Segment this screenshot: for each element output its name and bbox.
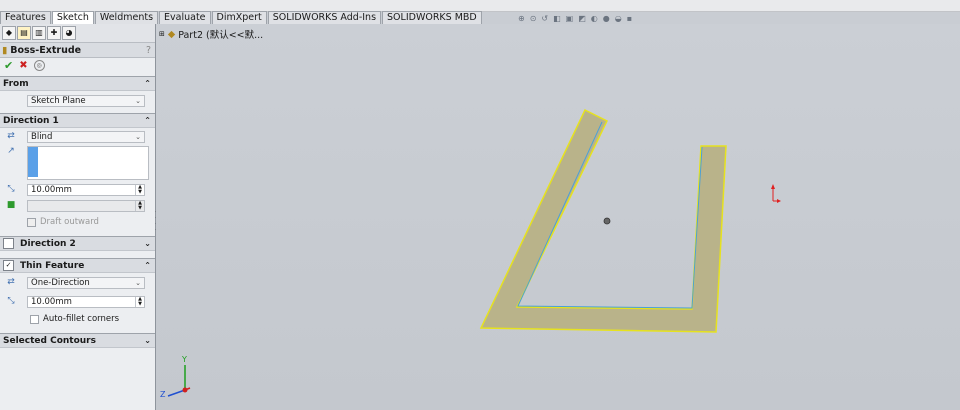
- draft-outward-label: Draft outward: [40, 217, 99, 227]
- expand-chevron-icon[interactable]: ⌄: [144, 336, 151, 345]
- thin-feature-checkbox[interactable]: ✓: [3, 260, 14, 271]
- action-buttons: ✔ ✖ ◎: [0, 58, 155, 72]
- chevron-down-icon: ⌄: [135, 97, 141, 105]
- direction2-checkbox[interactable]: [3, 238, 14, 249]
- feature-manager-tab-icon[interactable]: ◆: [2, 26, 16, 40]
- thickness-value: 10.00mm: [31, 296, 72, 307]
- direction2-group-title: Direction 2: [20, 238, 76, 249]
- chevron-down-icon: ⌄: [135, 133, 141, 141]
- flyout-feature-tree[interactable]: ⊞ ◆ Part2 (默认<<默...: [159, 27, 264, 42]
- direction1-group-title: Direction 1: [3, 115, 59, 126]
- help-icon[interactable]: ?: [146, 45, 151, 56]
- spin-arrows-icon[interactable]: ▲ ▼: [135, 185, 144, 195]
- configuration-manager-tab-icon[interactable]: ▥: [32, 26, 46, 40]
- collapse-chevron-icon[interactable]: ⌃: [144, 79, 151, 88]
- tab-sketch[interactable]: Sketch: [51, 11, 94, 24]
- reverse-thin-direction-icon[interactable]: ⇄: [4, 277, 18, 289]
- edit-appearance-icon[interactable]: ●: [603, 14, 610, 23]
- spin-arrows-icon[interactable]: ▲ ▼: [135, 201, 144, 211]
- cancel-x-icon[interactable]: ✖: [19, 60, 27, 71]
- display-style-icon[interactable]: ◩: [578, 14, 586, 23]
- auto-fillet-checkbox[interactable]: [30, 314, 39, 324]
- extrude-icon: ▮: [2, 44, 8, 56]
- thickness-input[interactable]: 10.00mm ▲ ▼: [27, 295, 145, 308]
- draft-angle-input[interactable]: ▲ ▼: [27, 200, 145, 212]
- selected-contours-group-header[interactable]: Selected Contours ⌄: [0, 334, 155, 348]
- tab-weldments[interactable]: Weldments: [94, 11, 159, 24]
- heads-up-view-toolbar: ⊕ ⊙ ↺ ◧ ▣ ◩ ◐ ● ◒ ▪: [518, 12, 632, 24]
- from-group-header[interactable]: From ⌃: [0, 77, 155, 91]
- tab-evaluate[interactable]: Evaluate: [159, 11, 211, 24]
- spin-arrows-icon[interactable]: ▲ ▼: [135, 296, 144, 307]
- part-icon: ◆: [167, 28, 176, 40]
- direction1-group-header[interactable]: Direction 1 ⌃: [0, 114, 155, 128]
- depth-icon: ⤡: [7, 184, 15, 194]
- tab-addins[interactable]: SOLIDWORKS Add-Ins: [267, 11, 382, 24]
- thin-feature-group: ✓ Thin Feature ⌃ ⇄ One-Direction ⌄ ⤡ 10.…: [0, 258, 155, 327]
- end-condition-value: Blind: [31, 132, 53, 142]
- property-manager-panel: ◆ ▤ ▥ ✚ ◕ ▮ Boss-Extrude ? ✔ ✖ ◎ From ⌃ …: [0, 24, 156, 410]
- collapse-chevron-icon[interactable]: ⌃: [144, 116, 151, 125]
- end-condition-select[interactable]: Blind ⌄: [27, 131, 145, 143]
- expand-tree-icon[interactable]: ⊞: [159, 30, 165, 38]
- tab-mbd[interactable]: SOLIDWORKS MBD: [382, 11, 482, 24]
- expand-chevron-icon[interactable]: ⌄: [144, 239, 151, 248]
- view-settings-icon[interactable]: ▪: [627, 14, 632, 23]
- from-group: From ⌃ Sketch Plane ⌄: [0, 76, 155, 111]
- thin-type-select[interactable]: One-Direction ⌄: [27, 276, 145, 289]
- hide-show-icon[interactable]: ◐: [591, 14, 598, 23]
- direction2-group-header[interactable]: Direction 2 ⌄: [0, 237, 155, 251]
- ok-check-icon[interactable]: ✔: [4, 59, 13, 72]
- feature-title: Boss-Extrude: [10, 44, 82, 56]
- direction-vector-icon: ↗: [7, 146, 15, 156]
- dimxpert-manager-tab-icon[interactable]: ✚: [47, 26, 61, 40]
- direction1-group: Direction 1 ⌃ ⇄ Blind ⌄ ↗ ⤡ 10.00mm ▲ ▼ ■…: [0, 113, 155, 230]
- zoom-area-icon[interactable]: ⊙: [530, 14, 537, 23]
- part-name: Part2 (默认<<默...: [178, 30, 264, 41]
- from-value: Sketch Plane: [31, 96, 86, 106]
- collapse-chevron-icon[interactable]: ⌃: [144, 261, 151, 270]
- depth-input[interactable]: 10.00mm ▲ ▼: [27, 184, 145, 196]
- direction2-group: Direction 2 ⌄: [0, 236, 155, 251]
- previous-view-icon[interactable]: ↺: [541, 14, 548, 23]
- direction-selection-box[interactable]: [27, 146, 149, 180]
- tab-dimxpert[interactable]: DimXpert: [211, 11, 267, 24]
- detailed-preview-icon[interactable]: ◎: [33, 59, 45, 71]
- draft-outward-checkbox[interactable]: [27, 217, 36, 227]
- command-manager-tabs: Features Sketch Weldments Evaluate DimXp…: [0, 11, 482, 24]
- selected-contours-group: Selected Contours ⌄: [0, 333, 155, 348]
- chevron-down-icon: ⌄: [135, 278, 141, 287]
- tab-features[interactable]: Features: [0, 11, 51, 24]
- display-manager-tab-icon[interactable]: ◕: [62, 26, 76, 40]
- from-start-condition-select[interactable]: Sketch Plane ⌄: [27, 95, 145, 107]
- selected-contours-title: Selected Contours: [3, 335, 96, 346]
- draft-icon[interactable]: ■: [4, 200, 18, 212]
- manager-tabs: ◆ ▤ ▥ ✚ ◕: [0, 24, 155, 43]
- from-group-title: From: [3, 78, 29, 89]
- property-manager-header: ▮ Boss-Extrude ?: [0, 43, 155, 58]
- view-orientation-icon[interactable]: ▣: [566, 14, 574, 23]
- zoom-to-fit-icon[interactable]: ⊕: [518, 14, 525, 23]
- reverse-direction-icon[interactable]: ⇄: [4, 131, 18, 143]
- thickness-icon: ⤡: [7, 295, 15, 306]
- section-view-icon[interactable]: ◧: [553, 14, 561, 23]
- apply-scene-icon[interactable]: ◒: [615, 14, 622, 23]
- depth-value: 10.00mm: [31, 185, 72, 195]
- thin-feature-group-title: Thin Feature: [20, 260, 85, 271]
- auto-fillet-label: Auto-fillet corners: [43, 314, 120, 324]
- thin-feature-group-header[interactable]: ✓ Thin Feature ⌃: [0, 259, 155, 273]
- property-manager-tab-icon[interactable]: ▤: [17, 26, 31, 40]
- thin-type-value: One-Direction: [31, 277, 90, 288]
